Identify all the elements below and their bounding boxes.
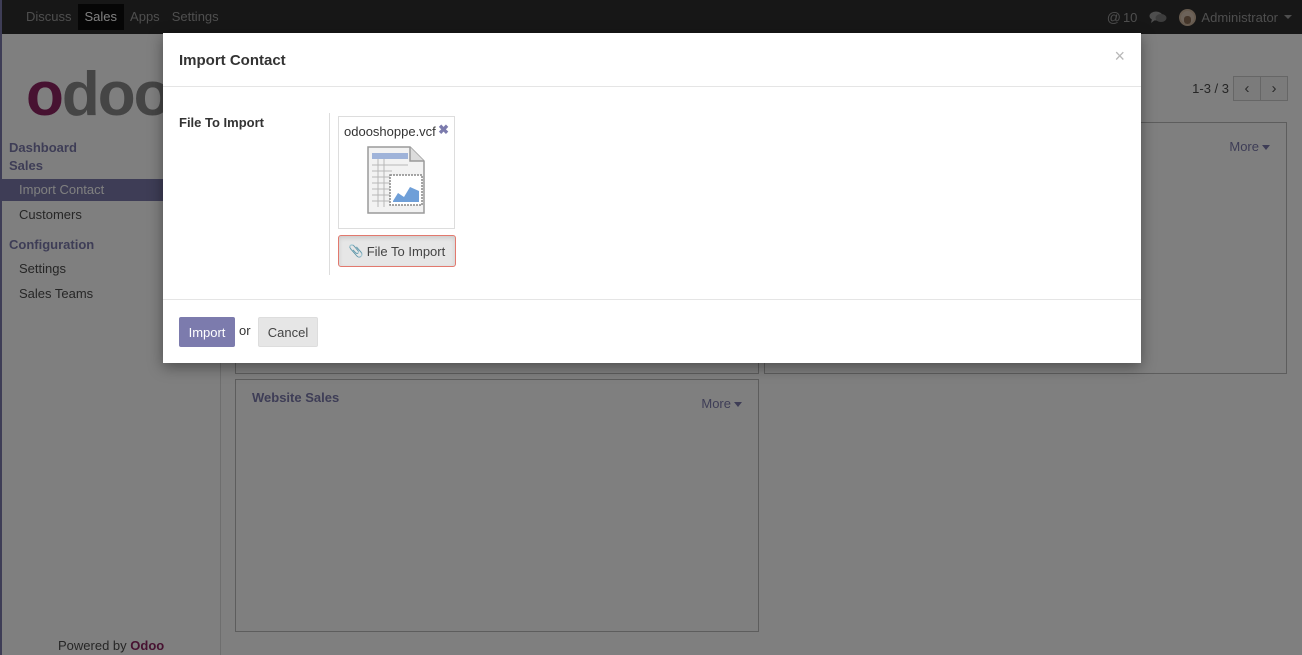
remove-file-icon[interactable]: ✖	[438, 122, 449, 138]
file-to-import-button-label: File To Import	[366, 243, 446, 259]
modal-header: Import Contact ×	[163, 33, 1141, 87]
file-to-import-button[interactable]: 📎 File To Import	[338, 235, 456, 267]
attached-file: odooshoppe.vcf ✖	[338, 116, 455, 229]
or-text: or	[239, 323, 251, 338]
spreadsheet-file-icon	[367, 146, 425, 214]
close-icon[interactable]: ×	[1114, 46, 1125, 67]
modal-footer: Import or Cancel	[163, 300, 1141, 362]
file-name[interactable]: odooshoppe.vcf	[344, 124, 436, 139]
field-divider	[329, 113, 330, 275]
modal-title: Import Contact	[179, 52, 286, 69]
import-contact-dialog: Import Contact × File To Import odooshop…	[163, 33, 1141, 363]
import-button[interactable]: Import	[179, 317, 235, 347]
file-to-import-label: File To Import	[179, 115, 264, 130]
modal-body: File To Import odooshoppe.vcf ✖ 📎 File T…	[163, 87, 1141, 300]
cancel-button[interactable]: Cancel	[258, 317, 318, 347]
paperclip-icon: 📎	[348, 244, 364, 258]
